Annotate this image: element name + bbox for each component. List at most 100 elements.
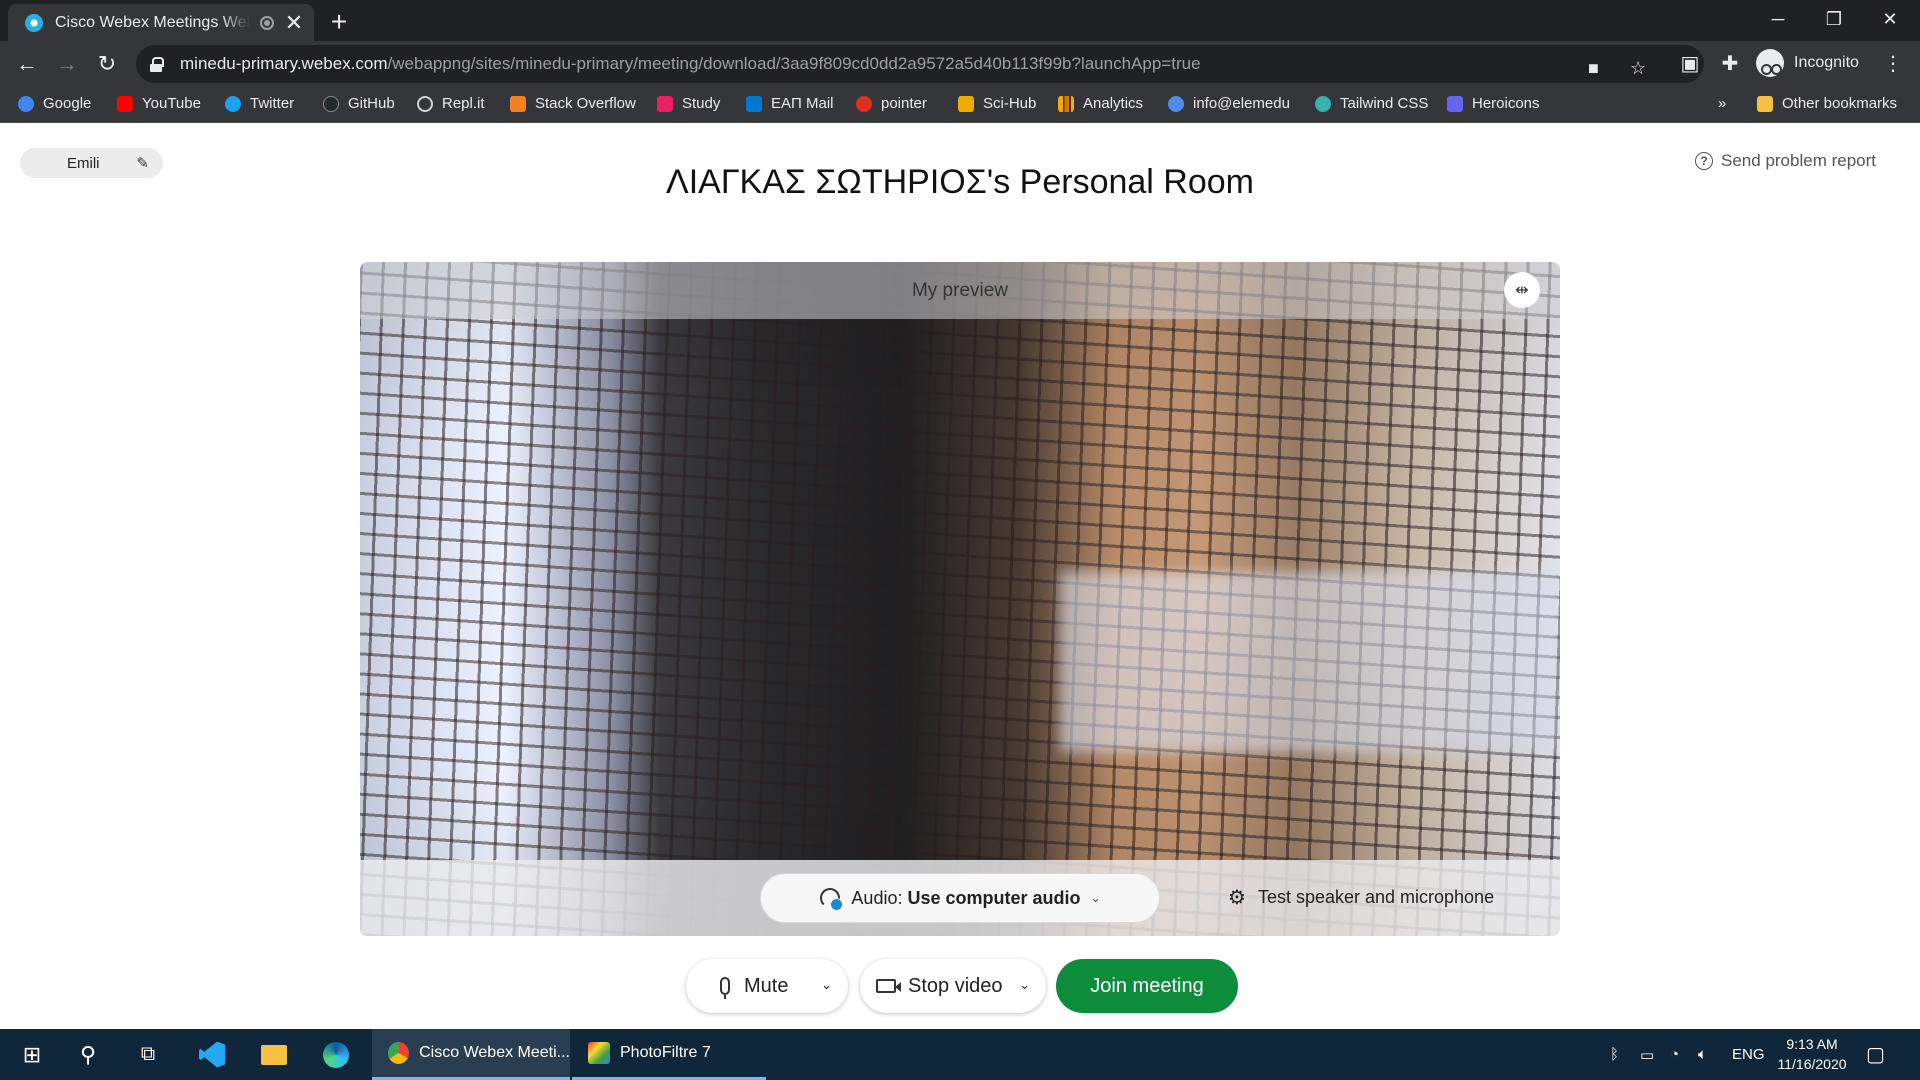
github-icon <box>323 95 339 112</box>
study-icon <box>657 95 673 112</box>
other-bookmarks-folder[interactable]: Other bookmarks <box>1757 95 1897 112</box>
pointer-icon <box>856 95 872 112</box>
twitter-icon <box>225 95 241 112</box>
bookmark-star-icon[interactable]: ☆ <box>1630 58 1646 79</box>
mirror-video-icon[interactable]: ⇹ <box>1504 272 1540 308</box>
search-icon[interactable]: ⚲ <box>66 1029 110 1080</box>
microphone-icon <box>720 977 730 999</box>
heroicons-flag-icon <box>1447 95 1463 112</box>
minimize-window-icon[interactable]: ─ <box>1750 0 1806 38</box>
extensions-puzzle-icon[interactable]: ✚ <box>1717 51 1743 76</box>
clock-date: 11/16/2020 <box>1777 1056 1847 1072</box>
video-preview: My preview ⇹ Audio: Use computer audio ⌄… <box>360 262 1560 936</box>
analytics-icon <box>1058 95 1074 112</box>
bookmark-github[interactable]: GitHub <box>323 95 395 112</box>
preview-label: My preview <box>911 279 1009 301</box>
taskbar-app-photofiltre[interactable]: PhotoFiltre 7 <box>572 1029 766 1080</box>
volume-icon[interactable]: 🔈︎ <box>1698 1029 1707 1080</box>
bookmarks-bar: Google YouTube Twitter GitHub Repl.it St… <box>0 87 1920 123</box>
restore-window-icon[interactable]: ❐ <box>1806 0 1862 38</box>
help-question-icon: ? <box>1695 152 1714 170</box>
stop-video-button[interactable]: Stop video ⌄ <box>860 959 1046 1013</box>
bookmark-google[interactable]: Google <box>18 95 91 112</box>
test-speaker-microphone-link[interactable]: ⚙ Test speaker and microphone <box>1228 885 1494 910</box>
video-options-chevron-icon[interactable]: ⌄ <box>1019 977 1030 993</box>
camera-in-use-icon[interactable]: ■ <box>1588 58 1599 79</box>
bookmark-eap-mail[interactable]: ΕΑΠ Mail <box>746 95 834 112</box>
incognito-profile[interactable]: Incognito <box>1756 49 1859 77</box>
preview-header: My preview <box>360 262 1560 319</box>
forward-arrow-icon[interactable]: → <box>52 49 82 79</box>
send-problem-report-link[interactable]: ? Send problem report <box>1695 151 1876 171</box>
mute-options-chevron-icon[interactable]: ⌄ <box>821 977 832 993</box>
clock-time: 9:13 AM <box>1786 1036 1838 1052</box>
windows-taskbar: ⊞ ⚲ ⧉ Cisco Webex Meeti... PhotoFiltre 7… <box>0 1029 1920 1080</box>
edge-browser-icon[interactable] <box>314 1029 358 1080</box>
back-arrow-icon[interactable]: ← <box>12 49 42 79</box>
wifi-icon[interactable]: ◔ <box>1670 1029 1679 1080</box>
new-tab-button[interactable]: + <box>324 6 354 38</box>
scihub-icon <box>958 95 974 112</box>
replit-icon <box>417 95 433 112</box>
url-text: minedu-primary.webex.com/webappng/sites/… <box>180 54 1201 73</box>
task-view-icon[interactable]: ⧉ <box>126 1029 170 1080</box>
bookmark-study[interactable]: Study <box>657 95 720 112</box>
audio-value: Use computer audio <box>907 887 1081 908</box>
join-meeting-button[interactable]: Join meeting <box>1056 959 1238 1013</box>
bookmark-tailwind[interactable]: Tailwind CSS <box>1315 95 1428 112</box>
file-explorer-icon[interactable] <box>252 1029 296 1080</box>
outlook-icon <box>746 95 762 112</box>
folder-icon <box>1757 95 1773 112</box>
webex-favicon-icon <box>25 13 43 32</box>
browser-tabstrip: Cisco Webex Meetings Web ✕ + ─ ❐ ✕ <box>0 0 1920 41</box>
taskbar-app-webex-chrome[interactable]: Cisco Webex Meeti... <box>372 1029 570 1080</box>
youtube-icon <box>117 95 133 112</box>
close-window-icon[interactable]: ✕ <box>1862 0 1918 38</box>
input-language[interactable]: ENG <box>1732 1029 1765 1080</box>
bookmark-stackoverflow[interactable]: Stack Overflow <box>510 95 636 112</box>
reload-icon[interactable]: ↻ <box>92 49 122 79</box>
media-router-icon[interactable]: ▣ <box>1677 51 1703 76</box>
incognito-icon <box>1756 49 1784 77</box>
room-title: ΛΙΑΓΚΑΣ ΣΩΤΗΡΙΟΣ's Personal Room <box>666 163 1254 201</box>
taskbar-clock[interactable]: 9:13 AM 11/16/2020 <box>1764 1034 1860 1074</box>
send-problem-report-label: Send problem report <box>1721 151 1876 170</box>
vscode-icon[interactable] <box>190 1029 234 1080</box>
stackoverflow-icon <box>510 95 526 112</box>
taskbar-app-label: PhotoFiltre 7 <box>620 1044 711 1061</box>
mute-button[interactable]: Mute ⌄ <box>686 959 848 1013</box>
bookmark-replit[interactable]: Repl.it <box>417 95 485 112</box>
notification-center-icon[interactable]: ▢ <box>1866 1029 1885 1080</box>
bookmark-twitter[interactable]: Twitter <box>225 95 294 112</box>
video-camera-icon <box>876 979 901 993</box>
bookmark-analytics[interactable]: Analytics <box>1058 95 1143 112</box>
tab-close-icon[interactable]: ✕ <box>284 11 304 34</box>
audio-connection-dropdown[interactable]: Audio: Use computer audio ⌄ <box>760 873 1160 923</box>
tailwind-icon <box>1315 95 1331 112</box>
browser-toolbar: ← → ↻ minedu-primary.webex.com/webappng/… <box>0 41 1920 87</box>
headset-icon <box>819 887 844 911</box>
windows-start-icon[interactable]: ⊞ <box>10 1029 54 1080</box>
google-icon <box>18 95 34 112</box>
test-speaker-label: Test speaker and microphone <box>1257 887 1495 907</box>
bookmark-info-elemedu[interactable]: info@elemedu <box>1168 95 1290 112</box>
gear-icon: ⚙ <box>1228 887 1246 909</box>
incognito-label: Incognito <box>1794 54 1859 71</box>
bookmark-heroicons[interactable]: Heroicons <box>1447 95 1540 112</box>
bookmark-youtube[interactable]: YouTube <box>117 95 201 112</box>
address-bar[interactable]: minedu-primary.webex.com/webappng/sites/… <box>136 45 1704 83</box>
bluetooth-icon[interactable]: ᛒ <box>1610 1029 1619 1080</box>
bookmarks-overflow-button[interactable]: » <box>1718 95 1726 112</box>
browser-menu-icon[interactable]: ⋮ <box>1880 51 1906 76</box>
bookmark-pointer[interactable]: pointer <box>856 95 927 112</box>
bookmark-scihub[interactable]: Sci-Hub <box>958 95 1036 112</box>
chevron-down-icon: ⌄ <box>1090 891 1101 905</box>
battery-icon[interactable]: ▭ <box>1640 1029 1654 1080</box>
photofiltre-icon <box>588 1042 610 1064</box>
webex-page: Emili ✎ ΛΙΑΓΚΑΣ ΣΩΤΗΡΙΟΣ's Personal Room… <box>0 123 1920 1029</box>
preview-audio-bar: Audio: Use computer audio ⌄ ⚙ Test speak… <box>360 860 1560 936</box>
recording-indicator-icon <box>260 15 274 30</box>
browser-tab-webex[interactable]: Cisco Webex Meetings Web ✕ <box>8 4 314 41</box>
stop-video-label: Stop video <box>908 974 1003 997</box>
audio-prefix: Audio: <box>851 887 903 908</box>
